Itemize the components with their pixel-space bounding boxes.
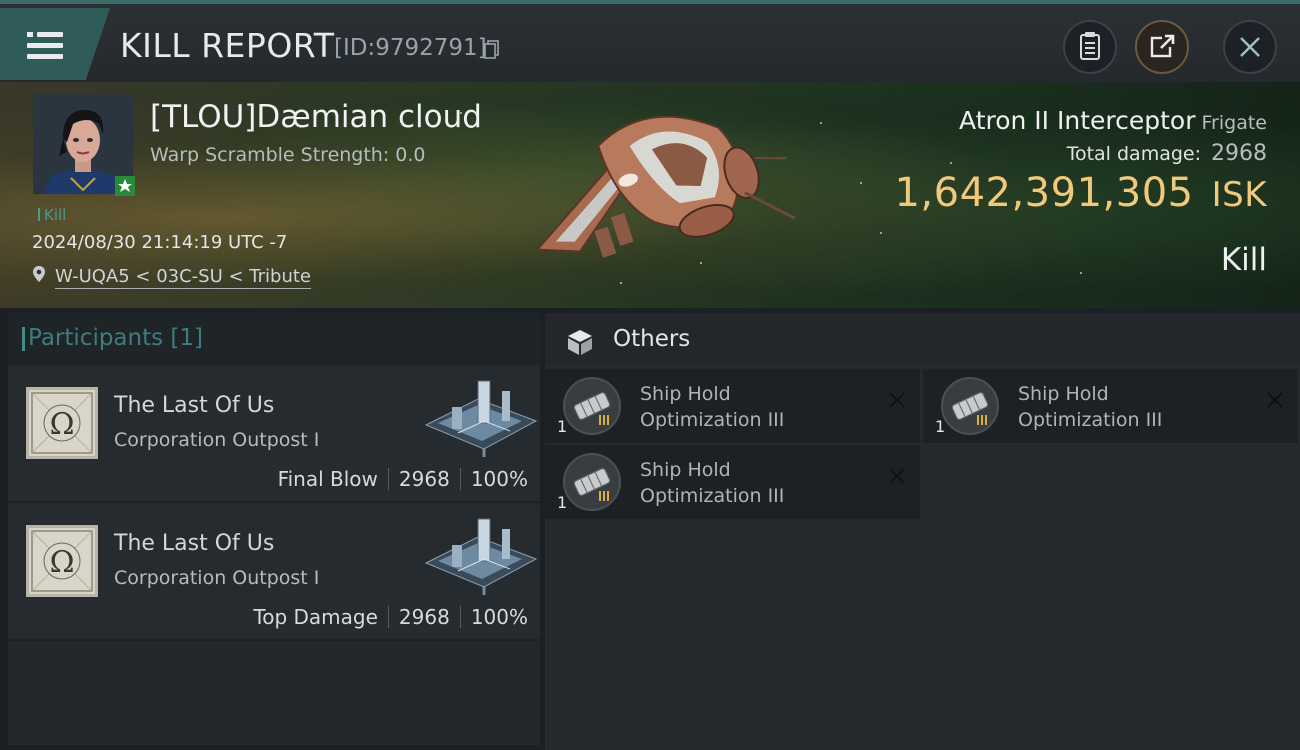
kill-type-tag: Kill xyxy=(38,206,66,224)
location-pin-icon xyxy=(33,266,45,282)
report-id: [ID:9792791] xyxy=(334,35,487,61)
participant-stats: Final Blow 2968 100% xyxy=(278,467,528,491)
rig-module-icon xyxy=(941,377,999,435)
participant-damage: 2968 xyxy=(398,605,450,629)
cargo-box-icon xyxy=(568,330,592,355)
item-name: Ship Hold Optimization III xyxy=(640,459,785,507)
kill-location-link[interactable]: W-UQA5 < 03C-SU < Tribute xyxy=(55,266,312,289)
participant-role: Final Blow xyxy=(277,467,378,491)
item-name: Ship Hold Optimization III xyxy=(640,383,785,431)
item-quantity: 1 xyxy=(557,493,568,512)
destroyed-x-icon xyxy=(889,468,905,484)
participant-damage-percent: 100% xyxy=(470,467,528,491)
participant-damage: 2968 xyxy=(398,467,450,491)
item-name: Ship Hold Optimization III xyxy=(1018,383,1163,431)
isk-amount: 1,642,391,305 xyxy=(894,170,1194,216)
clipboard-button[interactable] xyxy=(1063,20,1117,74)
destroyed-x-icon xyxy=(889,392,905,408)
ship-class: Frigate xyxy=(1201,112,1267,134)
clipboard-icon xyxy=(1080,32,1100,60)
rig-module-icon xyxy=(563,453,621,511)
others-panel: Others 1 Ship Hold Optimization III 1 Sh… xyxy=(545,313,1300,750)
warp-scramble-strength: Warp Scramble Strength: 0.0 xyxy=(150,144,426,166)
participant-role: Top Damage xyxy=(253,605,378,629)
kill-result: Kill xyxy=(1220,242,1267,278)
participants-panel: Participants [1] Ω The Last Of Us Corpor… xyxy=(8,313,540,745)
pilot-name[interactable]: [TLOU]Dæmian cloud xyxy=(150,99,482,135)
svg-text:Ω: Ω xyxy=(50,407,75,442)
corporation-logo-icon: Ω xyxy=(26,387,98,459)
participants-title: Participants [1] xyxy=(22,325,203,351)
participant-row[interactable]: Ω The Last Of Us Corporation Outpost I T… xyxy=(8,505,540,641)
ship-image[interactable] xyxy=(505,92,795,292)
participant-name: The Last Of Us xyxy=(114,531,275,556)
item-quantity: 1 xyxy=(557,417,568,436)
dropped-item[interactable]: 1 Ship Hold Optimization III xyxy=(545,445,920,519)
copy-icon[interactable] xyxy=(484,40,500,60)
isk-unit: ISK xyxy=(1211,175,1267,215)
isk-value: 1,642,391,305 ISK xyxy=(894,170,1267,216)
close-button[interactable] xyxy=(1223,20,1277,74)
close-icon xyxy=(1240,37,1260,57)
menu-button[interactable] xyxy=(0,8,110,80)
ship-name[interactable]: Atron II Interceptor Frigate xyxy=(959,106,1267,135)
participant-row[interactable]: Ω The Last Of Us Corporation Outpost I F… xyxy=(8,367,540,503)
participant-structure: Corporation Outpost I xyxy=(114,567,320,589)
others-title: Others xyxy=(613,326,691,352)
participant-name: The Last Of Us xyxy=(114,393,275,418)
destroyed-x-icon xyxy=(1267,392,1283,408)
dropped-item[interactable]: 1 Ship Hold Optimization III xyxy=(923,369,1298,443)
item-quantity: 1 xyxy=(935,417,946,436)
share-button[interactable] xyxy=(1135,20,1189,74)
kill-datetime: 2024/08/30 21:14:19 UTC -7 xyxy=(32,232,288,253)
header: KILL REPORT [ID:9792791] xyxy=(0,0,1300,82)
participant-damage-percent: 100% xyxy=(470,605,528,629)
dropped-item[interactable]: 1 Ship Hold Optimization III xyxy=(545,369,920,443)
outpost-structure-image xyxy=(424,518,538,595)
ship-type: Atron II Interceptor xyxy=(959,106,1196,135)
participant-stats: Top Damage 2968 100% xyxy=(253,605,528,629)
total-damage: Total damage: 2968 xyxy=(1067,141,1267,166)
corporation-logo-icon: Ω xyxy=(26,525,98,597)
others-header: Others xyxy=(545,313,1300,365)
total-damage-label: Total damage: xyxy=(1066,143,1201,165)
standing-star-icon xyxy=(115,176,135,196)
kill-banner: [TLOU]Dæmian cloud Warp Scramble Strengt… xyxy=(0,82,1300,308)
svg-text:Ω: Ω xyxy=(50,545,75,580)
participants-header: Participants [1] xyxy=(8,313,540,365)
total-damage-value: 2968 xyxy=(1211,141,1267,166)
participant-structure: Corporation Outpost I xyxy=(114,429,320,451)
share-icon xyxy=(1150,34,1175,58)
page-title: KILL REPORT xyxy=(120,26,335,65)
outpost-structure-image xyxy=(424,380,538,457)
rig-module-icon xyxy=(563,377,621,435)
